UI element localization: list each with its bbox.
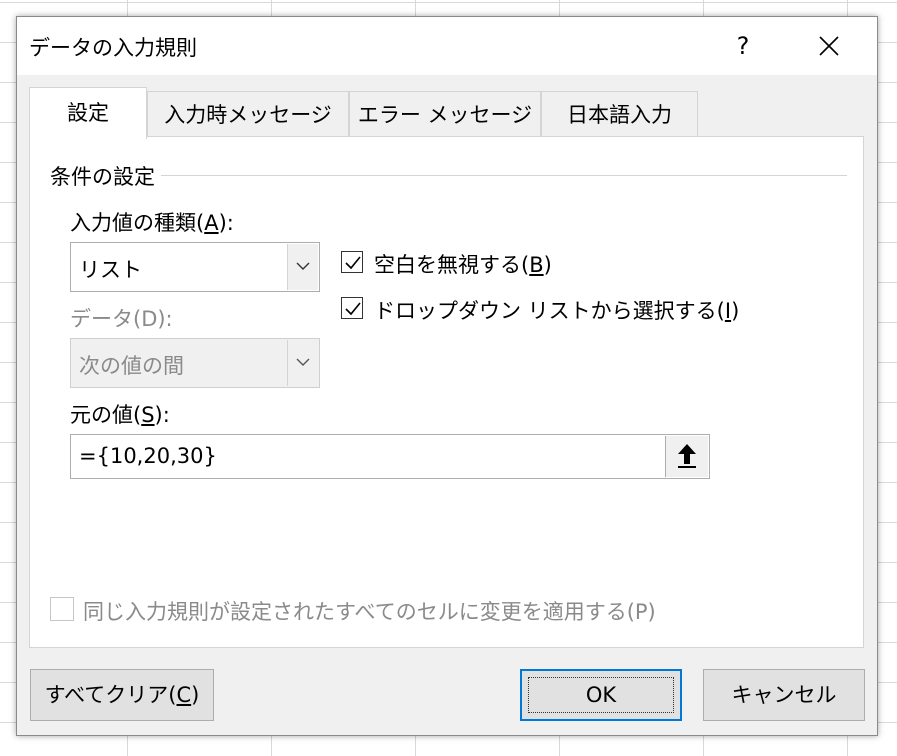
allow-value: リスト [79,258,142,282]
tab-input-message[interactable]: 入力時メッセージ [147,91,349,139]
range-select-button[interactable] [665,436,708,477]
chevron-down-icon [296,358,310,366]
apply-all-label: 同じ入力規則が設定されたすべてのセルに変更を適用する(P) [83,600,656,624]
help-button[interactable]: ? [723,27,763,65]
clear-all-button[interactable]: すべてクリア(C) [30,669,214,721]
group-divider [50,175,847,176]
allow-label: 入力値の種類(A): [70,211,234,235]
cancel-button[interactable]: キャンセル [703,669,865,721]
data-value: 次の値の間 [79,354,184,378]
source-value: ={10,20,30} [79,444,217,468]
data-validation-dialog: データの入力規則 ? 設定 入力時メッセージ エラー メッセージ 日本語入力 条… [16,16,878,736]
close-button[interactable] [807,27,851,65]
source-input[interactable]: ={10,20,30} [70,434,710,479]
allow-dropdown-button[interactable] [287,244,318,290]
data-label: データ(D): [70,307,173,331]
settings-panel: 条件の設定 入力値の種類(A): リスト データ(D): 次の値の間 空白を無視… [29,136,864,648]
check-icon [345,302,361,316]
arrow-up-icon [678,444,696,468]
ignore-blank-label: 空白を無視する(B) [374,253,552,277]
close-icon [819,36,839,56]
focus-rectangle [528,677,674,713]
tab-settings[interactable]: 設定 [29,87,147,139]
data-dropdown-button[interactable] [287,340,318,386]
ignore-blank-box[interactable] [341,251,363,273]
allow-combobox[interactable]: リスト [70,242,320,292]
data-combobox[interactable]: 次の値の間 [70,338,320,388]
in-cell-dropdown-label: ドロップダウン リストから選択する(I) [374,299,740,323]
ok-button[interactable]: OK [520,669,682,721]
tab-ime[interactable]: 日本語入力 [541,91,698,139]
source-label: 元の値(S): [70,403,170,427]
criteria-group-label: 条件の設定 [50,161,161,191]
apply-all-box[interactable] [50,597,74,621]
tab-error-message[interactable]: エラー メッセージ [349,91,541,139]
check-icon [345,256,361,270]
dialog-title: データの入力規則 [29,36,197,60]
chevron-down-icon [296,262,310,270]
in-cell-dropdown-box[interactable] [341,297,363,319]
title-bar: データの入力規則 ? [17,17,877,75]
